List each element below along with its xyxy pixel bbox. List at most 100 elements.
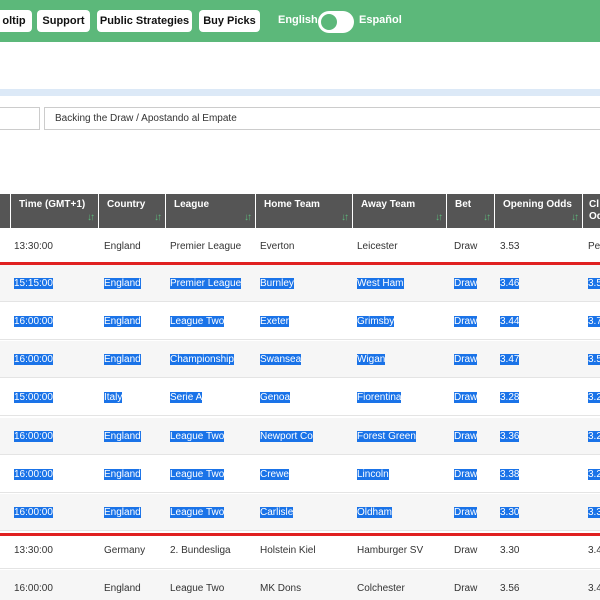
info-strip	[0, 89, 600, 96]
cell-league-text: Serie A	[170, 392, 203, 403]
cell-time: 16:00:00	[14, 494, 94, 531]
cell-home-team: Carlisle	[260, 494, 350, 531]
cell-away-team: Forest Green	[357, 418, 445, 455]
cell-league: Premier League	[170, 265, 254, 302]
cell-time: 13:30:00	[14, 532, 94, 569]
table-row[interactable]: 16:00:00 England League Two Newport Co Fores…	[0, 418, 600, 455]
cell-home-team-text: Genoa	[260, 392, 291, 403]
cell-country-text: England	[104, 507, 141, 518]
cell-bet: Draw	[454, 494, 492, 531]
cell-league-text: League Two	[170, 507, 225, 518]
cell-time: 16:00:00	[14, 456, 94, 493]
cell-country: England	[104, 494, 164, 531]
cell-league: League Two	[170, 570, 254, 600]
column-header-bet[interactable]: Bet ↓↑	[447, 194, 494, 228]
cell-league: League Two	[170, 494, 254, 531]
cell-home-team-text: Burnley	[260, 278, 294, 289]
table-row[interactable]: 15:00:00 Italy Serie A Genoa Fiorentina Draw 3…	[0, 379, 600, 416]
table-row[interactable]: 16:00:00 England League Two Exeter Grimsby Dr…	[0, 303, 600, 340]
table-row[interactable]: 16:00:00 England League Two Carlisle Oldham D…	[0, 494, 600, 531]
cell-time-text: 16:00:00	[14, 507, 53, 518]
column-header-opening-odds[interactable]: Opening Odds ↓↑	[495, 194, 582, 228]
cell-opening-odds-text: 3.44	[500, 316, 520, 327]
cell-bet-text: Draw	[454, 354, 478, 365]
cell-home-team-text: Everton	[260, 241, 295, 252]
sort-arrows-icon: ↓↑	[483, 212, 491, 223]
cell-home-team: Burnley	[260, 265, 350, 302]
cell-country: England	[104, 456, 164, 493]
cell-league: Serie A	[170, 379, 254, 416]
cell-bet-text: Draw	[454, 392, 478, 403]
cell-time-text: 16:00:00	[14, 431, 53, 442]
column-header-league[interactable]: League ↓↑	[166, 194, 255, 228]
cell-home-team: Newport Co	[260, 418, 350, 455]
cell-closing-odds-text: 3.2	[588, 392, 600, 403]
column-header-time[interactable]: Time (GMT+1) ↓↑	[11, 194, 98, 228]
cell-opening-odds: 3.46	[500, 265, 580, 302]
cell-league-text: Premier League	[170, 241, 242, 252]
cell-opening-odds: 3.36	[500, 418, 580, 455]
cell-country-text: England	[104, 316, 141, 327]
column-header-closing-odds[interactable]: Cl Od	[583, 194, 600, 228]
column-header-away-team[interactable]: Away Team ↓↑	[353, 194, 446, 228]
cell-away-team-text: Forest Green	[357, 431, 416, 442]
table-row[interactable]: 16:00:00 England League Two MK Dons Colchest…	[0, 570, 600, 600]
top-bar: oltip Support Public Strategies Buy Pick…	[0, 0, 600, 42]
cell-time-text: 13:30:00	[14, 241, 53, 252]
cell-home-team-text: Carlisle	[260, 507, 294, 518]
cell-time-text: 16:00:00	[14, 316, 53, 327]
table-row[interactable]: 13:30:00 Germany 2. Bundesliga Holstein Kie…	[0, 532, 600, 569]
cell-league-text: 2. Bundesliga	[170, 545, 231, 556]
cell-league: League Two	[170, 418, 254, 455]
public-strategies-button[interactable]: Public Strategies	[97, 10, 192, 32]
cell-closing-odds: 3.5	[588, 265, 600, 302]
cell-country-text: England	[104, 241, 141, 252]
cell-home-team-text: Exeter	[260, 316, 289, 327]
column-header-blank[interactable]	[0, 194, 10, 228]
cell-home-team-text: Holstein Kiel	[260, 545, 316, 556]
strategy-select[interactable]: Backing the Draw / Apostando al Empate	[44, 107, 600, 130]
sort-arrows-icon: ↓↑	[154, 212, 162, 223]
column-header-country[interactable]: Country ↓↑	[99, 194, 165, 228]
cell-bet-text: Draw	[454, 545, 478, 556]
cell-time: 16:00:00	[14, 303, 94, 340]
table-row[interactable]: 16:00:00 England Championship Swansea Wigan D…	[0, 341, 600, 378]
cell-opening-odds-text: 3.46	[500, 278, 520, 289]
buy-picks-button[interactable]: Buy Picks	[199, 10, 260, 32]
cell-time: 16:00:00	[14, 570, 94, 600]
support-button[interactable]: Support	[37, 10, 90, 32]
cell-bet: Draw	[454, 228, 492, 265]
cell-bet-text: Draw	[454, 316, 478, 327]
cell-away-team-text: Colchester	[357, 583, 405, 594]
strategy-filter-left-input[interactable]	[0, 107, 40, 130]
cell-bet-text: Draw	[454, 241, 478, 252]
cell-away-team: West Ham	[357, 265, 445, 302]
cell-closing-odds-text: 3.3	[588, 507, 600, 518]
cell-home-team: MK Dons	[260, 570, 350, 600]
cell-closing-odds-text: 3.5	[588, 278, 600, 289]
cell-opening-odds: 3.30	[500, 532, 580, 569]
table-row[interactable]: 15:15:00 England Premier League Burnley West…	[0, 265, 600, 302]
cell-league-text: League Two	[170, 583, 225, 594]
language-toggle[interactable]	[318, 11, 354, 33]
cell-away-team: Oldham	[357, 494, 445, 531]
cell-away-team-text: West Ham	[357, 278, 404, 289]
cell-country-text: England	[104, 431, 141, 442]
cell-country: England	[104, 303, 164, 340]
tooltip-button[interactable]: oltip	[0, 10, 32, 32]
cell-time-text: 15:15:00	[14, 278, 53, 289]
cell-closing-odds: 3.7	[588, 303, 600, 340]
cell-opening-odds: 3.44	[500, 303, 580, 340]
cell-closing-odds: 3.4	[588, 532, 600, 569]
table-row[interactable]: 16:00:00 England League Two Crewe Lincoln Dra…	[0, 456, 600, 493]
table-row[interactable]: 13:30:00 England Premier League Everton Leic…	[0, 228, 600, 265]
cell-country-text: England	[104, 354, 141, 365]
cell-away-team-text: Fiorentina	[357, 392, 402, 403]
cell-closing-odds-text: 3.4	[588, 545, 600, 556]
cell-bet: Draw	[454, 532, 492, 569]
cell-time: 15:15:00	[14, 265, 94, 302]
cell-away-team-text: Wigan	[357, 354, 386, 365]
column-header-home-team[interactable]: Home Team ↓↑	[256, 194, 352, 228]
cell-bet-text: Draw	[454, 278, 478, 289]
cell-closing-odds: 3.5	[588, 341, 600, 378]
